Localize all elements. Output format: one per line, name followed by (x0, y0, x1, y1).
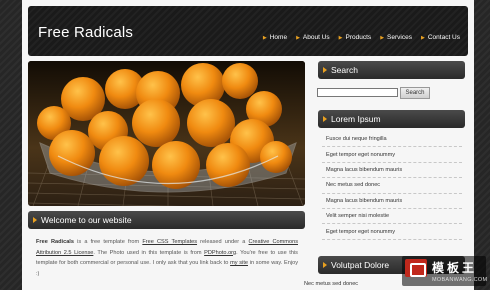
welcome-text-3: . The Photo used in this template is fro… (93, 249, 205, 256)
site-title[interactable]: Free Radicals (38, 24, 133, 41)
nav-contact-us[interactable]: ▶ Contact Us (421, 34, 460, 41)
sidebar-link-list: Fusce dui neque fringilla Eget tempor eg… (322, 132, 462, 240)
lorem-title: Lorem Ipsum (331, 114, 381, 124)
list-item[interactable]: Eget tempor eget nonummy (322, 224, 462, 240)
welcome-text-1: is a free template from (73, 239, 143, 245)
welcome-text-2: released under a (197, 239, 249, 245)
search-title: Search (331, 65, 358, 75)
list-item[interactable]: Nec metus sed donec (304, 281, 358, 287)
lorem-heading-bar: Lorem Ipsum (318, 110, 465, 128)
volutpat-title: Volutpat Dolore (331, 260, 390, 270)
watermark-logo: 模板王 MOBANWANG.COM (402, 256, 488, 286)
list-item[interactable]: Velit semper nisi molestie (322, 209, 462, 225)
arrow-icon: ▶ (262, 34, 267, 41)
nav-home-label: Home (269, 34, 288, 41)
welcome-title: Welcome to our website (41, 215, 132, 225)
page: Free Radicals ▶ Home ▶ About Us ▶ Products … (22, 0, 474, 290)
nav-services[interactable]: ▶ Services (380, 34, 412, 41)
watermark-cn: 模板王 (432, 261, 478, 275)
hero-image (28, 61, 305, 206)
nav-about-us[interactable]: ▶ About Us (296, 34, 330, 41)
list-item[interactable]: Eget tempor eget nonummy (322, 147, 462, 163)
list-item[interactable]: Nec metus sed donec (322, 178, 462, 194)
list-item[interactable]: Magna lacus bibendum mauris (322, 194, 462, 209)
nav-products-label: Products (345, 34, 372, 41)
bullet-arrow-icon (323, 116, 327, 122)
search-heading-bar: Search (318, 61, 465, 79)
arrow-icon: ▶ (380, 34, 385, 41)
site-name-strong: Free Radicals (36, 239, 74, 245)
list-item[interactable]: Fusce dui neque fringilla (322, 132, 462, 148)
nav-home[interactable]: ▶ Home (263, 34, 287, 41)
watermark-en: MOBANWANG.COM (432, 277, 488, 283)
arrow-icon: ▶ (338, 34, 343, 41)
nav-services-label: Services (387, 34, 412, 41)
my-site-link[interactable]: my site (230, 260, 248, 266)
arrow-icon: ▶ (420, 34, 425, 41)
bullet-arrow-icon (323, 67, 327, 73)
search-input[interactable] (317, 88, 398, 97)
logo-mark-icon (405, 259, 427, 277)
welcome-heading-bar: Welcome to our website (28, 211, 305, 229)
bullet-arrow-icon (323, 262, 327, 268)
welcome-paragraph: Free Radicals is a free template from Fr… (36, 237, 298, 279)
free-css-templates-link[interactable]: Free CSS Templates (142, 239, 197, 245)
search-button[interactable]: Search (400, 87, 430, 99)
nav-products[interactable]: ▶ Products (339, 34, 372, 41)
main-nav: ▶ Home ▶ About Us ▶ Products ▶ Services ▶ Con… (263, 34, 460, 41)
list-item[interactable]: Magna lacus bibendum mauris (322, 163, 462, 179)
bullet-arrow-icon (33, 217, 37, 223)
arrow-icon: ▶ (296, 34, 300, 41)
nav-about-label: About Us (302, 34, 330, 41)
header: Free Radicals ▶ Home ▶ About Us ▶ Products … (28, 6, 468, 56)
oranges-photo (28, 61, 305, 206)
nav-contact-label: Contact Us (427, 34, 460, 41)
pdphoto-link[interactable]: PDPhoto.org (204, 250, 236, 256)
